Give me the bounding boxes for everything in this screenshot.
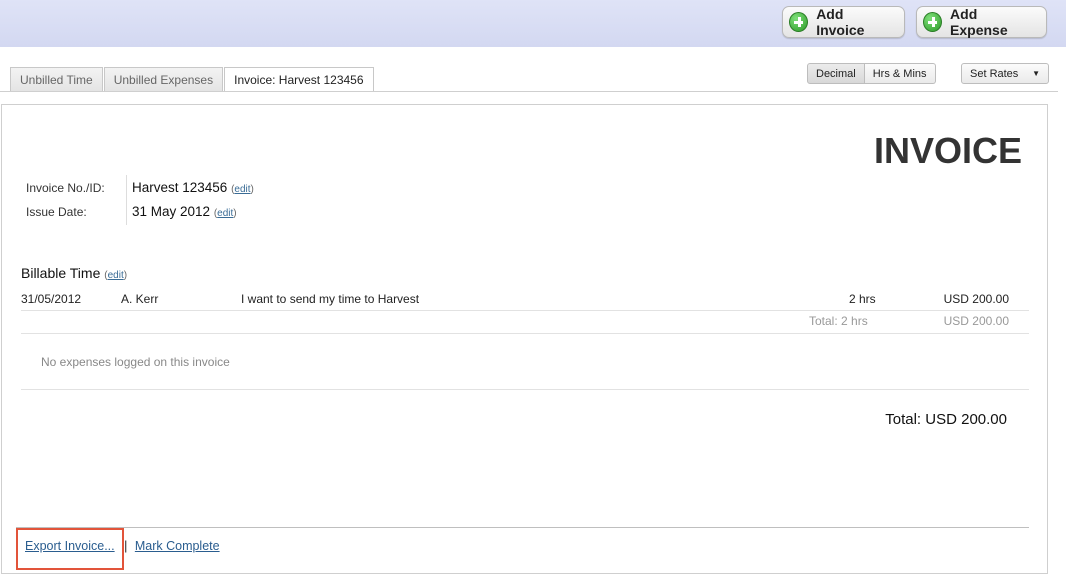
top-toolbar: Add Invoice Add Expense xyxy=(0,0,1066,47)
action-separator: | xyxy=(124,539,128,553)
export-highlight-box xyxy=(16,528,124,570)
add-invoice-button[interactable]: Add Invoice xyxy=(782,6,905,38)
plus-icon xyxy=(923,12,943,32)
edit-issue-date-link[interactable]: edit xyxy=(217,208,233,219)
issue-date-row: 31 May 2012 (edit) xyxy=(132,204,237,219)
hrs-mins-toggle-button[interactable]: Hrs & Mins xyxy=(864,63,936,84)
chevron-down-icon: ▼ xyxy=(1032,69,1040,78)
issue-date-label: Issue Date: xyxy=(26,205,87,219)
footer-divider xyxy=(16,527,1029,528)
add-invoice-label: Add Invoice xyxy=(816,6,865,38)
invoice-title: INVOICE xyxy=(873,130,1022,171)
tab-unbilled-time[interactable]: Unbilled Time xyxy=(10,67,103,91)
plus-icon xyxy=(789,12,809,32)
entry-person: A. Kerr xyxy=(121,292,159,306)
row-divider xyxy=(21,310,1029,311)
invoice-number-edit: (edit) xyxy=(231,184,254,195)
tab-invoice[interactable]: Invoice: Harvest 123456 xyxy=(224,67,374,92)
grand-total: Total: USD 200.00 xyxy=(885,411,1007,428)
section-divider xyxy=(21,333,1029,334)
invoice-number-label: Invoice No./ID: xyxy=(26,181,105,195)
entry-description: I want to send my time to Harvest xyxy=(241,292,420,306)
no-expenses-message: No expenses logged on this invoice xyxy=(41,355,230,369)
add-expense-label: Add Expense xyxy=(950,6,1008,38)
invoice-number-value: Harvest 123456 xyxy=(132,180,228,195)
edit-invoice-number-link[interactable]: edit xyxy=(234,184,250,195)
tab-bar: Unbilled Time Unbilled Expenses Invoice:… xyxy=(10,67,375,92)
billable-time-heading: Billable Time (edit) xyxy=(21,265,127,281)
issue-date-edit: (edit) xyxy=(213,208,237,219)
issue-date-value: 31 May 2012 xyxy=(132,204,211,219)
total-hours: Total: 2 hrs xyxy=(809,314,868,328)
entry-date: 31/05/2012 xyxy=(21,292,82,306)
time-format-toggle: Decimal Hrs & Mins xyxy=(807,63,936,84)
invoice-panel: INVOICE Invoice No./ID: Issue Date: Harv… xyxy=(1,104,1048,574)
invoice-number-row: Harvest 123456 (edit) xyxy=(132,180,254,195)
edit-billable-time-link[interactable]: edit xyxy=(108,270,124,281)
section-divider xyxy=(21,389,1029,390)
tab-divider xyxy=(0,91,1058,92)
set-rates-dropdown[interactable]: Set Rates ▼ xyxy=(961,63,1049,84)
meta-divider xyxy=(126,175,127,225)
tab-unbilled-expenses[interactable]: Unbilled Expenses xyxy=(103,67,224,91)
billable-time-edit: (edit) xyxy=(104,270,128,281)
billable-time-title: Billable Time xyxy=(21,265,101,281)
entry-amount: USD 200.00 xyxy=(943,292,1009,306)
add-expense-button[interactable]: Add Expense xyxy=(916,6,1047,38)
total-amount: USD 200.00 xyxy=(943,314,1009,328)
set-rates-label: Set Rates xyxy=(970,67,1019,80)
mark-complete-link[interactable]: Mark Complete xyxy=(135,539,220,553)
entry-hours: 2 hrs xyxy=(849,292,876,306)
decimal-toggle-button[interactable]: Decimal xyxy=(807,63,865,84)
